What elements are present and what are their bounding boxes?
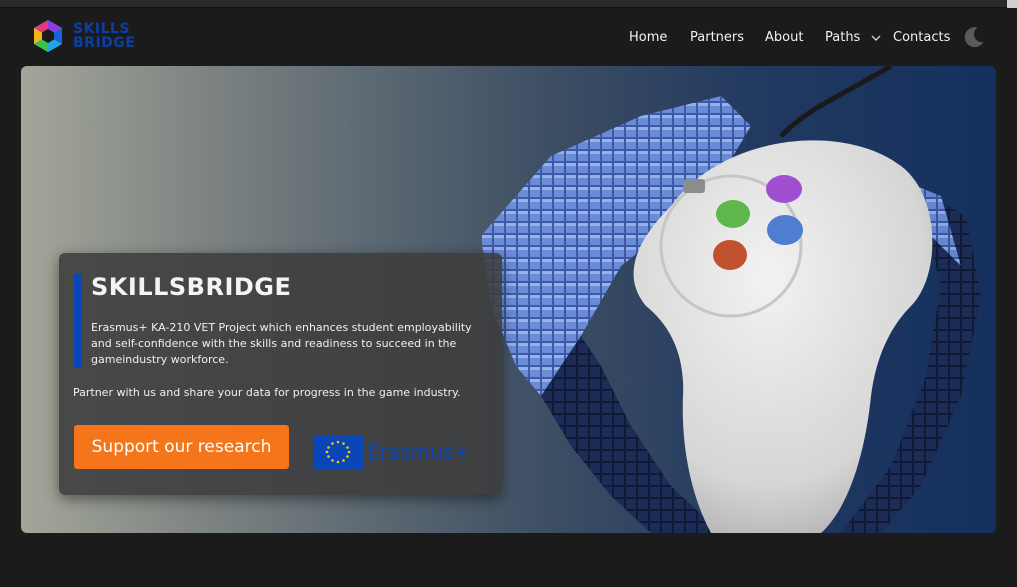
brand-line-1: SKILLS: [73, 21, 131, 37]
brand-logo[interactable]: SKILLS BRIDGE: [31, 17, 151, 55]
brand-wordmark: SKILLS BRIDGE: [73, 22, 135, 50]
logo-hexagon-icon: [34, 20, 62, 52]
nav-link-partners[interactable]: Partners: [690, 30, 744, 45]
erasmus-wordmark: Erasmus+: [367, 440, 470, 464]
window-corner: [1007, 0, 1017, 8]
gamepad-illustration: [481, 66, 981, 533]
hero-title: SKILLSBRIDGE: [91, 273, 292, 301]
nav-link-contacts[interactable]: Contacts: [893, 30, 950, 45]
brand-line-2: BRIDGE: [73, 35, 136, 51]
chevron-down-icon[interactable]: [869, 31, 883, 45]
nav-link-home[interactable]: Home: [629, 30, 667, 45]
card-accent-bar: [74, 274, 81, 368]
hero-info-card: SKILLSBRIDGE Erasmus+ KA-210 VET Project…: [59, 253, 502, 495]
site-header: SKILLS BRIDGE Home Partners About Paths …: [0, 9, 1017, 66]
eu-flag-icon: [313, 435, 363, 469]
page-background-below-hero: [0, 533, 1017, 587]
hero-partner-text: Partner with us and share your data for …: [73, 386, 461, 399]
hero-description: Erasmus+ KA-210 VET Project which enhanc…: [91, 321, 472, 366]
erasmus-plus-logo: Erasmus+: [313, 434, 478, 470]
moon-icon[interactable]: [962, 25, 986, 49]
nav-link-about[interactable]: About: [765, 30, 803, 45]
support-research-button[interactable]: Support our research: [74, 425, 289, 469]
nav-link-paths[interactable]: Paths: [825, 30, 860, 45]
browser-top-edge: [0, 0, 1017, 8]
